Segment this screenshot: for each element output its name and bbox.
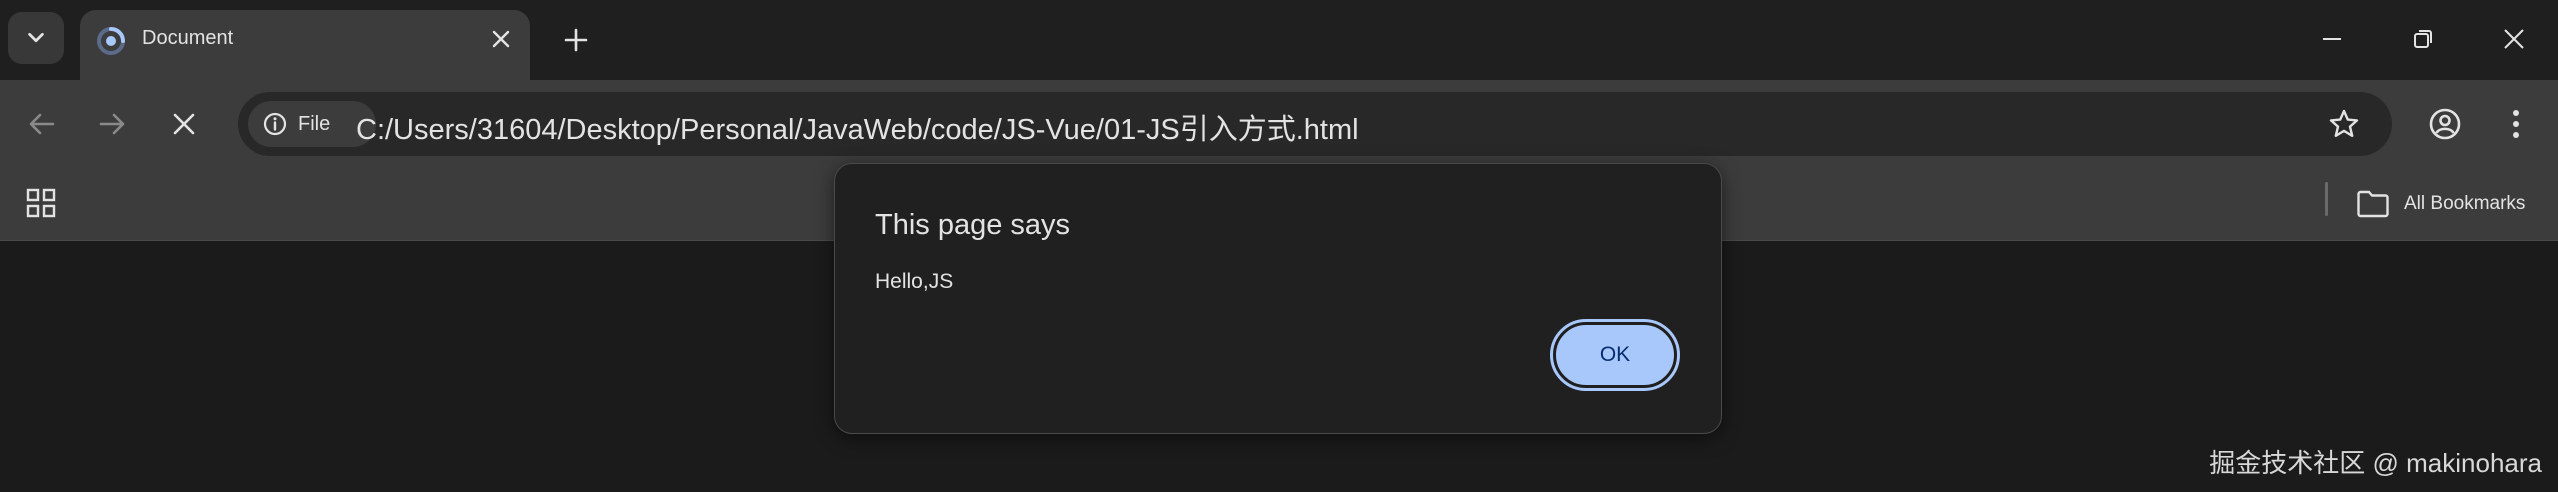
minimize-icon	[2323, 38, 2341, 40]
more-vert-icon	[2513, 110, 2519, 138]
restore-button[interactable]	[2393, 14, 2453, 64]
star-icon	[2329, 109, 2359, 137]
all-bookmarks-label: All Bookmarks	[2404, 193, 2526, 214]
tab-title: Document	[142, 27, 234, 49]
address-bar[interactable]: File C:/Users/31604/Desktop/Personal/Jav…	[238, 92, 2392, 156]
tab-search-button[interactable]	[8, 12, 64, 64]
chevron-down-icon	[28, 32, 44, 43]
apps-grid-icon[interactable]	[22, 184, 60, 222]
forward-button[interactable]	[90, 102, 134, 146]
active-tab[interactable]: Document	[80, 10, 530, 80]
bookmark-star-button[interactable]	[2324, 104, 2364, 144]
all-bookmarks-button[interactable]: All Bookmarks	[2356, 182, 2525, 226]
toolbar: File C:/Users/31604/Desktop/Personal/Jav…	[0, 80, 2558, 168]
minimize-button[interactable]	[2302, 14, 2362, 64]
arrow-left-icon	[29, 113, 55, 135]
close-icon	[492, 30, 510, 48]
profile-button[interactable]	[2423, 102, 2467, 146]
ok-button[interactable]: OK	[1550, 319, 1680, 391]
arrow-right-icon	[99, 113, 125, 135]
url-text[interactable]: C:/Users/31604/Desktop/Personal/JavaWeb/…	[356, 106, 1359, 148]
account-icon	[2429, 108, 2461, 140]
menu-button[interactable]	[2494, 102, 2538, 146]
info-icon	[262, 111, 288, 137]
dialog-message: Hello,JS	[875, 270, 954, 293]
restore-icon	[2414, 30, 2432, 48]
window-close-button[interactable]	[2484, 14, 2544, 64]
plus-icon	[564, 28, 588, 52]
folder-icon	[2357, 190, 2389, 218]
back-button[interactable]	[20, 102, 64, 146]
new-tab-button[interactable]	[556, 20, 596, 60]
bookmarks-divider	[2325, 182, 2328, 216]
chip-label: File	[298, 112, 331, 135]
close-icon	[2504, 29, 2524, 49]
loading-spinner-icon	[94, 24, 128, 58]
tab-close-button[interactable]	[484, 22, 518, 56]
tab-strip: Document	[0, 0, 2558, 80]
watermark: 掘金技术社区 @ makinohara	[2209, 448, 2542, 478]
close-icon	[173, 113, 195, 135]
stop-loading-button[interactable]	[162, 102, 206, 146]
alert-dialog: This page says Hello,JS OK	[834, 163, 1722, 434]
dialog-title: This page says	[875, 209, 1071, 241]
